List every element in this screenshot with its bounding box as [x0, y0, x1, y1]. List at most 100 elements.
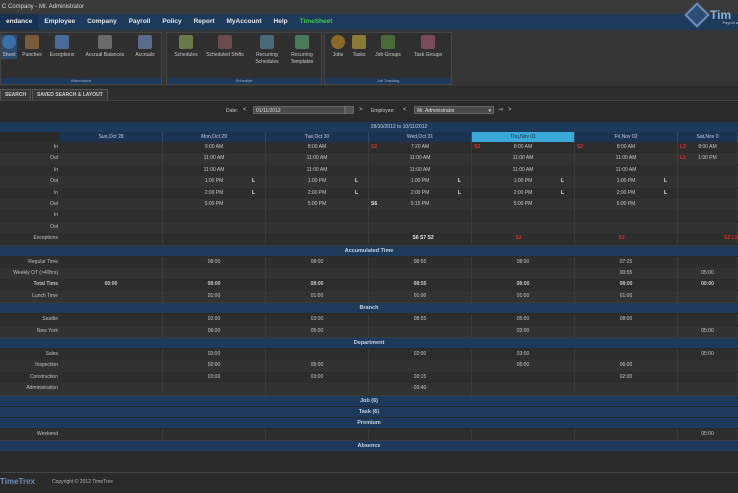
grid-cell[interactable]: 03:40 — [369, 383, 472, 395]
grid-cell[interactable]: 8:00 AM — [472, 142, 575, 153]
scheduled-shifts-button[interactable]: Scheduled Shifts — [203, 35, 247, 59]
menu-item-report[interactable]: Report — [188, 14, 221, 30]
grid-cell[interactable] — [575, 325, 678, 337]
grid-cell[interactable]: 00:55 — [575, 268, 678, 279]
tasks-button[interactable]: Tasks — [349, 35, 369, 59]
menu-item-help[interactable]: Help — [268, 14, 294, 30]
grid-cell[interactable] — [472, 221, 575, 233]
grid-cell[interactable] — [575, 349, 678, 360]
exception-flag[interactable]: S6 — [371, 199, 377, 210]
grid-cell[interactable]: 11:00 AM — [575, 164, 678, 176]
grid-cell[interactable]: 01:00 — [472, 290, 575, 302]
grid-cell[interactable]: 05:00 — [678, 428, 738, 440]
exception-flag[interactable]: L — [355, 176, 358, 187]
grid-cell[interactable] — [575, 221, 678, 233]
recurring-schedules-button[interactable]: Recurring Schedules — [251, 35, 283, 66]
grid-cell[interactable] — [266, 210, 369, 222]
date-input[interactable]: 01/11/2012 — [253, 106, 345, 114]
grid-cell[interactable]: 05:00 — [472, 314, 575, 326]
grid-cell[interactable]: 08:55 — [369, 279, 472, 291]
grid-cell[interactable] — [60, 233, 163, 245]
grid-cell[interactable]: 01:00 — [575, 290, 678, 302]
employee-select[interactable]: Mr. Administrator ▾ — [414, 106, 494, 114]
saved-search-tab[interactable]: SAVED SEARCH & LAYOUT — [32, 89, 108, 100]
grid-cell[interactable] — [678, 210, 738, 222]
grid-cell[interactable]: 08:55 — [369, 256, 472, 268]
grid-cell[interactable] — [678, 221, 738, 233]
grid-cell[interactable]: 5:00 PM — [472, 199, 575, 210]
grid-cell[interactable] — [678, 314, 738, 326]
date-next-button[interactable]: > — [359, 107, 363, 113]
grid-cell[interactable]: 2:00 PM — [369, 187, 472, 199]
grid-cell[interactable]: 02:00 — [163, 314, 266, 326]
menu-item-policy[interactable]: Policy — [156, 14, 187, 30]
grid-cell[interactable]: 08:00 — [472, 256, 575, 268]
employee-first-button[interactable]: -« — [498, 107, 503, 113]
exception-flag[interactable]: S2 L3 — [724, 233, 737, 244]
schedules-button[interactable]: Schedules — [171, 35, 201, 59]
grid-cell[interactable]: 11:00 AM — [369, 164, 472, 176]
grid-cell[interactable]: 2:00 PM — [266, 187, 369, 199]
grid-cell[interactable] — [369, 268, 472, 279]
day-header[interactable]: Sat,Nov 0 — [678, 132, 738, 142]
employee-next-button[interactable]: > — [508, 107, 512, 113]
grid-cell[interactable] — [266, 383, 369, 395]
grid-cell[interactable] — [369, 221, 472, 233]
grid-cell[interactable] — [60, 314, 163, 326]
grid-cell[interactable]: 05:00 — [678, 349, 738, 360]
grid-cell[interactable] — [472, 268, 575, 279]
grid-cell[interactable] — [678, 164, 738, 176]
grid-cell[interactable]: 05:00 — [678, 325, 738, 337]
menu-item-employee[interactable]: Employee — [38, 14, 81, 30]
grid-cell[interactable]: 01:00 — [369, 290, 472, 302]
grid-cell[interactable]: 11:00 AM — [266, 153, 369, 165]
grid-cell[interactable] — [472, 428, 575, 440]
grid-cell[interactable] — [60, 290, 163, 302]
grid-cell[interactable]: 08:55 — [369, 314, 472, 326]
recurring-templates-button[interactable]: Recurring Templates — [285, 35, 319, 66]
menu-item-myaccount[interactable]: MyAccount — [221, 14, 268, 30]
grid-cell[interactable] — [60, 210, 163, 222]
grid-cell[interactable]: 05:00 — [472, 360, 575, 372]
grid-cell[interactable] — [163, 383, 266, 395]
grid-cell[interactable]: 5:00 PM — [575, 199, 678, 210]
accrual-balances-button[interactable]: Accrual Balances — [81, 35, 129, 59]
grid-cell[interactable] — [60, 371, 163, 383]
grid-cell[interactable]: 03:00 — [163, 371, 266, 383]
grid-cell[interactable] — [60, 256, 163, 268]
grid-cell[interactable] — [60, 428, 163, 440]
grid-cell[interactable]: 03:15 — [369, 371, 472, 383]
grid-cell[interactable] — [266, 428, 369, 440]
date-prev-button[interactable]: < — [243, 107, 247, 113]
grid-cell[interactable] — [678, 383, 738, 395]
grid-cell[interactable]: 8:00 AM — [266, 142, 369, 153]
day-header[interactable]: Fri,Nov 02 — [575, 132, 678, 142]
grid-cell[interactable]: 06:00 — [163, 325, 266, 337]
grid-cell[interactable]: 08:00 — [472, 279, 575, 291]
grid-cell[interactable]: 9:00 AM — [163, 142, 266, 153]
punches-button[interactable]: Punches — [19, 35, 45, 59]
grid-cell[interactable]: 08:00 — [163, 256, 266, 268]
grid-cell[interactable] — [369, 210, 472, 222]
grid-cell[interactable] — [575, 428, 678, 440]
exception-flag[interactable]: L — [561, 176, 564, 187]
grid-cell[interactable] — [163, 428, 266, 440]
grid-cell[interactable] — [678, 187, 738, 199]
grid-cell[interactable]: 05:00 — [266, 325, 369, 337]
grid-cell[interactable]: 00:00 — [60, 279, 163, 291]
exception-flag[interactable]: S2 — [577, 142, 583, 153]
grid-cell[interactable] — [575, 210, 678, 222]
grid-cell[interactable] — [60, 268, 163, 279]
job-groups-button[interactable]: Job Groups — [371, 35, 405, 59]
calendar-icon[interactable] — [345, 106, 354, 114]
grid-cell[interactable]: 02:00 — [575, 371, 678, 383]
day-header[interactable]: Tue,Oct 30 — [266, 132, 369, 142]
grid-cell[interactable] — [678, 176, 738, 188]
exception-flag[interactable]: L — [561, 188, 564, 199]
exception-flag[interactable]: S2 — [516, 233, 522, 244]
exception-flag[interactable]: L — [664, 188, 667, 199]
exception-flag[interactable]: L — [458, 176, 461, 187]
day-header[interactable]: Sun,Oct 28 — [60, 132, 163, 142]
exception-flag[interactable]: L — [252, 188, 255, 199]
grid-cell[interactable] — [678, 360, 738, 372]
